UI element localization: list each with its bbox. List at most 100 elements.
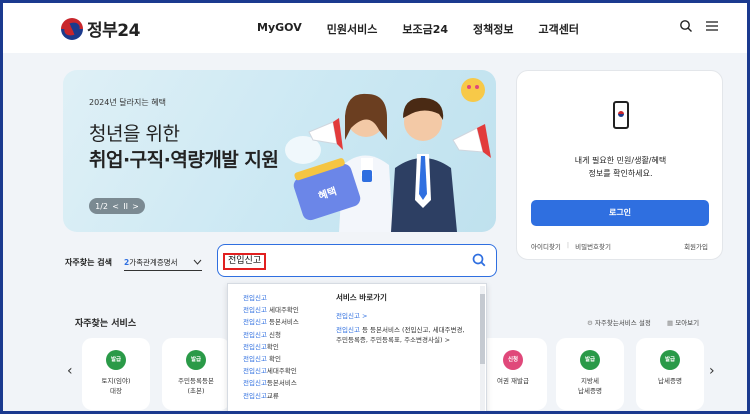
favorites-settings-link[interactable]: ⚙ 자주찾는서비스 설정 [587,317,651,327]
nav-civil-service[interactable]: 민원서비스 [327,21,378,37]
carousel-next-icon[interactable]: › [709,363,715,379]
service-card[interactable]: 발급 지방세납세증명 [556,338,624,410]
suggestion-match: 전입신고 [243,342,267,351]
service-label-line1: 지방세 [581,377,599,385]
suggestion-match: 전입신고 [243,330,267,339]
account-links: 아이디찾기 | 비밀번호찾기 [531,241,611,251]
suggestion-rest: 확인 [266,342,279,351]
suggestion-item[interactable]: 전입신고확인 [243,341,327,353]
nav-mygov[interactable]: MyGOV [257,21,302,37]
service-label-line1: 주민등록등본 [178,377,214,385]
issue-badge-icon: 발급 [186,350,206,370]
suggestion-match: 전입신고 [243,391,267,400]
search-icon[interactable] [472,253,486,267]
join-link[interactable]: 회원가입 [684,241,708,251]
shortcut-heading: 서비스 바로가기 [336,293,387,302]
popular-search-term: 가족관계증명서 [129,258,178,267]
find-id-link[interactable]: 아이디찾기 [531,241,561,251]
suggestion-match: 전입신고 [243,306,267,315]
popular-search-label: 자주찾는 검색 [65,258,112,267]
service-label: 주민등록등본 (초본) [162,376,230,396]
suggestion-item[interactable]: 전입신고 등본서비스 [243,316,327,328]
link-separator: | [566,241,570,249]
service-label-line2: 대장 [110,387,122,395]
nav-subsidy24[interactable]: 보조금24 [402,21,448,37]
search-autocomplete: 전입신고 전입신고 세대주확인 전입신고 등본서비스 전입신고 신청 전입신고확… [227,283,487,411]
carousel-prev-icon[interactable]: ‹ [67,363,73,379]
pager-pause-button[interactable]: II [123,202,128,211]
suggestion-rest: 등본서비스 [266,379,297,388]
main-nav: MyGOV 민원서비스 보조금24 정책정보 고객센터 [257,21,604,37]
popular-search-select[interactable]: 2가족관계증명서 [124,257,202,271]
suggestion-list: 전입신고 전입신고 세대주확인 전입신고 등본서비스 전입신고 신청 전입신고확… [243,292,327,402]
login-button[interactable]: 로그인 [531,200,709,226]
mobile-phone-icon [613,101,629,129]
login-card-message-1: 내게 필요한 민원/생활/혜택 [574,156,667,165]
nav-customer-center[interactable]: 고객센터 [538,21,578,37]
search-input[interactable]: 전입신고 [223,253,267,270]
suggestion-match: 전입신고 [243,294,267,302]
shortcut-link[interactable]: 전입신고 등 등본서비스 (전입신고, 세대주변경, 주민등록증, 주민등록표,… [336,325,471,345]
favorites-settings-label: 자주찾는서비스 설정 [594,319,651,327]
pager-count: 1/2 [95,201,108,211]
header-icons [679,19,719,33]
service-card[interactable]: 발급 납세증명 [636,338,704,410]
gear-icon: ⚙ [587,319,595,327]
service-card[interactable]: 발급 주민등록등본 (초본) [162,338,230,410]
banner-title-line1: 청년을 위한 [89,123,180,145]
suggestion-match: 전입신고 [243,367,267,376]
suggestion-item[interactable]: 전입신고 확인 [243,353,327,365]
service-label-line1: 납세증명 [658,377,682,385]
service-label-line2: 납세증명 [578,387,602,395]
issue-badge-icon: 발급 [660,350,680,370]
suggestion-match: 전입신고 [243,318,267,327]
chevron-down-icon[interactable] [193,259,202,265]
service-label-line2: (초본) [187,387,205,395]
service-label-line1: 여권 재발급 [497,377,529,385]
favorites-view-all-link[interactable]: ▦ 모아보기 [667,317,699,327]
suggestion-item[interactable]: 전입신고등본서비스 [243,377,327,389]
issue-badge-icon: 발급 [106,350,126,370]
suggestion-rest: 신청 [266,330,281,339]
shortcut-match: 전입신고 [336,326,360,334]
shortcut-link[interactable]: 전입신고 > [336,311,471,321]
issue-badge-icon: 발급 [580,350,600,370]
service-card[interactable]: 신청 여권 재발급 [479,338,547,410]
apply-badge-icon: 신청 [503,350,523,370]
suggestion-item[interactable]: 전입신고 [243,292,327,304]
nav-policy-info[interactable]: 정책정보 [473,21,513,37]
banner-pager: 1/2 < II > [89,198,145,214]
menu-icon[interactable] [705,19,719,33]
suggestion-item[interactable]: 전입신고 신청 [243,329,327,341]
promo-banner[interactable]: 2024년 달라지는 혜택 청년을 위한 취업·구직·역량개발 지원 1/2 <… [63,70,496,232]
find-password-link[interactable]: 비밀번호찾기 [575,241,611,251]
banner-caption: 2024년 달라지는 혜택 [89,98,166,107]
pager-next-button[interactable]: > [132,202,139,211]
suggestion-rest: 교류 [266,391,279,400]
suggestion-item[interactable]: 전입신고세대주확인 [243,365,327,377]
suggestion-match: 전입신고 [243,379,267,388]
scrollbar-thumb[interactable] [480,294,485,364]
service-card[interactable]: 발급 토지(임야) 대장 [82,338,150,410]
logo-text: 정부24 [87,21,140,41]
pager-prev-button[interactable]: < [112,202,119,211]
suggestion-rest: 세대주확인 [266,306,299,315]
logo[interactable]: 정부24 [61,16,140,41]
page-frame: 정부24 MyGOV 민원서비스 보조금24 정책정보 고객센터 2024년 달… [0,0,750,414]
service-label: 여권 재발급 [479,376,547,386]
service-label: 지방세납세증명 [556,376,624,396]
login-card-message-2: 정보를 확인하세요. [588,169,653,178]
service-label: 납세증명 [636,376,704,386]
search-box: 전입신고 [217,244,497,277]
suggestion-rest: 확인 [266,355,281,364]
suggestion-rest: 등본서비스 [266,318,299,327]
dropdown-scrollbar[interactable] [480,286,485,411]
suggestion-item[interactable]: 전입신고 세대주확인 [243,304,327,316]
suggestion-match: 전입신고 [243,355,267,364]
login-card: 내게 필요한 민원/생활/혜택 정보를 확인하세요. 로그인 아이디찾기 | 비… [516,70,723,260]
banner-title-line2: 취업·구직·역량개발 지원 [89,149,279,171]
favorites-view-all-label: 모아보기 [675,319,700,327]
header: 정부24 MyGOV 민원서비스 보조금24 정책정보 고객센터 [3,3,747,53]
suggestion-item[interactable]: 전입신고교류 [243,390,327,402]
search-icon[interactable] [679,19,693,33]
